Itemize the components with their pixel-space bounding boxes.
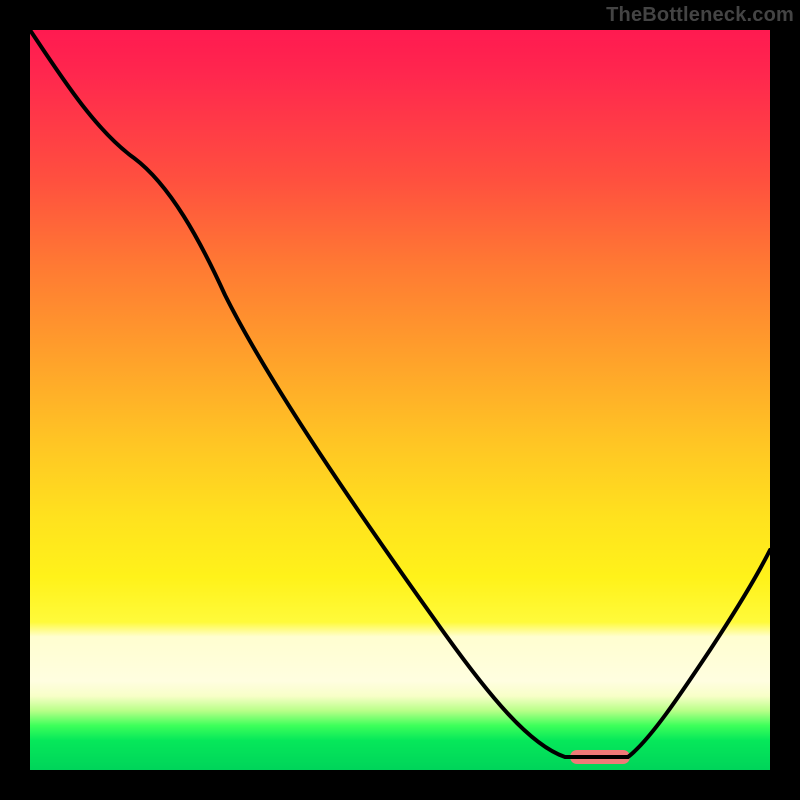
chart-frame: TheBottleneck.com bbox=[0, 0, 800, 800]
plot-area bbox=[30, 30, 770, 770]
watermark-text: TheBottleneck.com bbox=[606, 4, 794, 27]
bottleneck-curve bbox=[30, 30, 770, 770]
